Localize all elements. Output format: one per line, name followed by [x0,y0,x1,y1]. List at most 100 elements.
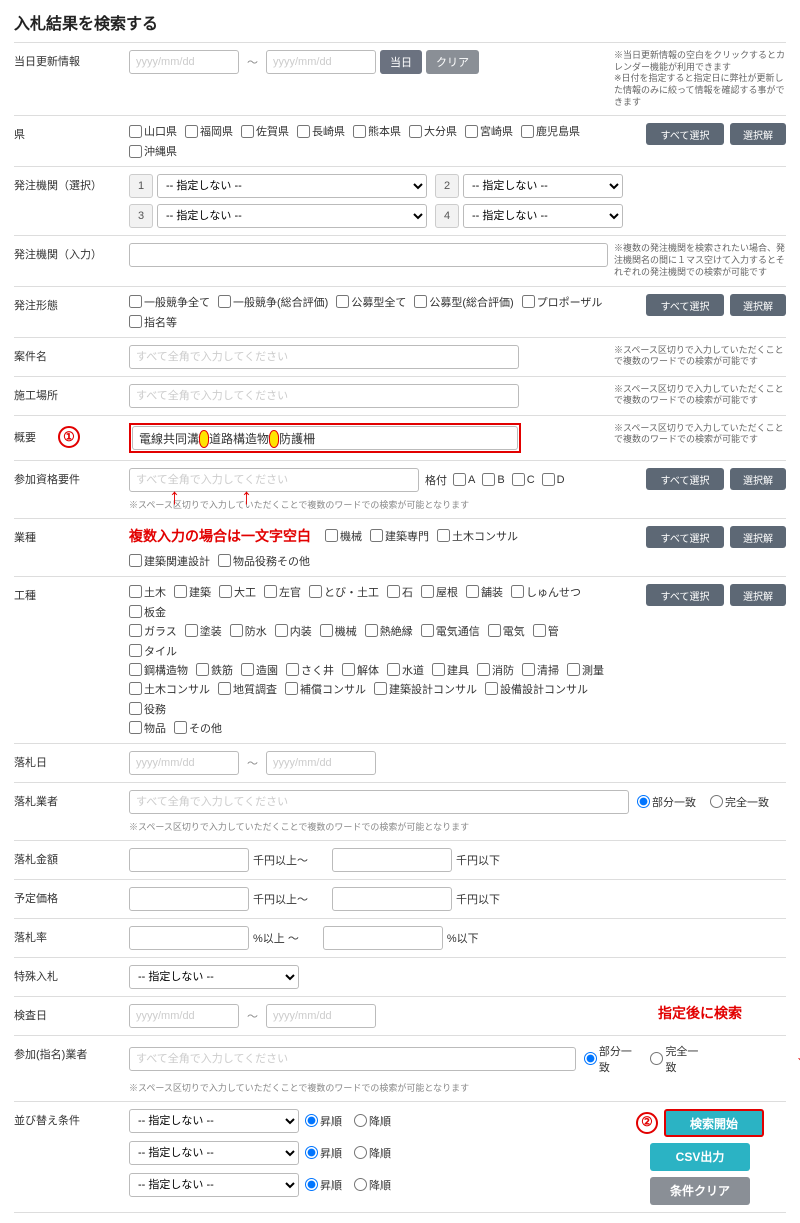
award-date-from[interactable] [129,751,239,775]
grade-chk-2[interactable]: C [512,473,535,486]
org-select-1[interactable]: -- 指定しない -- [157,174,427,198]
sort2-desc[interactable]: 降順 [354,1145,391,1161]
ind2-chk-1[interactable]: 物品役務その他 [218,553,310,569]
wt1-chk-8[interactable]: しゅんせつ [511,584,581,600]
wt3-chk-3[interactable]: さく井 [286,662,334,678]
inspect-to[interactable] [266,1004,376,1028]
org-select-4[interactable]: -- 指定しない -- [463,204,623,228]
radio-exact-1[interactable]: 完全一致 [710,794,769,810]
pref-chk-8[interactable]: 沖縄県 [129,143,177,159]
wt5-chk-1[interactable]: その他 [174,720,222,736]
update-date-from[interactable] [129,50,239,74]
select-all-pref[interactable]: すべて選択する [646,123,724,145]
pref-chk-2[interactable]: 佐賀県 [241,123,289,139]
wt1-chk-3[interactable]: 左官 [264,584,301,600]
bidtype-chk-3[interactable]: 公募型(総合評価) [414,294,513,310]
casename-input[interactable] [129,345,519,369]
planned-to[interactable] [332,887,452,911]
award-co-input[interactable] [129,790,629,814]
wt4-chk-3[interactable]: 建築設計コンサル [374,681,477,697]
update-date-to[interactable] [266,50,376,74]
wt4-chk-1[interactable]: 地質調査 [218,681,277,697]
wt3-chk-0[interactable]: 鋼構造物 [129,662,188,678]
deselect-bidtype[interactable]: 選択解除 [730,294,786,316]
bidtype-chk-4[interactable]: プロポーザル [522,294,603,310]
select-all-wt[interactable]: すべて選択する [646,584,724,606]
wt3-chk-6[interactable]: 建具 [432,662,469,678]
wt1-chk-6[interactable]: 屋根 [421,584,458,600]
wt4-chk-5[interactable]: 役務 [129,701,166,717]
deselect-ind[interactable]: 選択解除 [730,526,786,548]
grade-chk-1[interactable]: B [482,473,504,486]
pref-chk-5[interactable]: 大分県 [409,123,457,139]
csv-button[interactable]: CSV出力 [650,1143,750,1171]
pref-chk-6[interactable]: 宮崎県 [465,123,513,139]
wt5-chk-0[interactable]: 物品 [129,720,166,736]
wt2-chk-7[interactable]: 電気 [488,623,525,639]
org-select-2[interactable]: -- 指定しない -- [463,174,623,198]
inspect-from[interactable] [129,1004,239,1028]
wt1-chk-2[interactable]: 大工 [219,584,256,600]
search-button[interactable]: 検索開始 [664,1109,764,1137]
org-select-3[interactable]: -- 指定しない -- [157,204,427,228]
select-all-qual[interactable]: すべて選択する [646,468,724,490]
pref-chk-0[interactable]: 山口県 [129,123,177,139]
ind2-chk-0[interactable]: 建築関連設計 [129,553,210,569]
wt4-chk-0[interactable]: 土木コンサル [129,681,210,697]
wt3-chk-1[interactable]: 鉄筋 [196,662,233,678]
select-all-bidtype[interactable]: すべて選択する [646,294,724,316]
wt3-chk-4[interactable]: 解体 [342,662,379,678]
sort-3[interactable]: -- 指定しない -- [129,1173,299,1197]
ind-chk-1[interactable]: 建築専門 [370,528,429,544]
wt2-chk-4[interactable]: 機械 [320,623,357,639]
pref-chk-3[interactable]: 長崎県 [297,123,345,139]
bidtype-chk-0[interactable]: 一般競争全て [129,294,210,310]
today-button[interactable]: 当日 [380,50,422,74]
amount-from[interactable] [129,848,249,872]
amount-to[interactable] [332,848,452,872]
deselect-pref[interactable]: 選択解除 [730,123,786,145]
sort3-asc[interactable]: 昇順 [305,1177,342,1193]
award-date-to[interactable] [266,751,376,775]
deselect-qual[interactable]: 選択解除 [730,468,786,490]
sort1-asc[interactable]: 昇順 [305,1113,342,1129]
rate-to[interactable] [323,926,443,950]
wt1-chk-0[interactable]: 土木 [129,584,166,600]
bidtype-chk-5[interactable]: 指名等 [129,314,177,330]
wt1-chk-9[interactable]: 板金 [129,604,166,620]
radio-partial-2[interactable]: 部分一致 [584,1043,637,1075]
wt2-chk-9[interactable]: タイル [129,643,177,659]
wt1-chk-7[interactable]: 舗装 [466,584,503,600]
wt2-chk-1[interactable]: 塗装 [185,623,222,639]
wt1-chk-1[interactable]: 建築 [174,584,211,600]
pref-chk-7[interactable]: 鹿児島県 [521,123,580,139]
special-select[interactable]: -- 指定しない -- [129,965,299,989]
radio-partial-1[interactable]: 部分一致 [637,794,696,810]
grade-chk-3[interactable]: D [542,473,565,486]
deselect-wt[interactable]: 選択解除 [730,584,786,606]
wt2-chk-0[interactable]: ガラス [129,623,177,639]
place-input[interactable] [129,384,519,408]
sort2-asc[interactable]: 昇順 [305,1145,342,1161]
wt2-chk-5[interactable]: 熱絶縁 [365,623,413,639]
wt2-chk-2[interactable]: 防水 [230,623,267,639]
bidtype-chk-1[interactable]: 一般競争(総合評価) [218,294,328,310]
radio-exact-2[interactable]: 完全一致 [650,1043,703,1075]
wt3-chk-8[interactable]: 清掃 [522,662,559,678]
ind-chk-0[interactable]: 機械 [325,528,362,544]
cond-clear-button[interactable]: 条件クリア [650,1177,750,1205]
ind-chk-2[interactable]: 土木コンサル [437,528,518,544]
rate-from[interactable] [129,926,249,950]
wt2-chk-8[interactable]: 管 [533,623,559,639]
wt1-chk-4[interactable]: とび・土工 [309,584,379,600]
summary-input[interactable]: 電線共同溝道路構造物防護柵 [132,426,518,450]
wt3-chk-2[interactable]: 造園 [241,662,278,678]
sort3-desc[interactable]: 降順 [354,1177,391,1193]
wt4-chk-4[interactable]: 設備設計コンサル [485,681,588,697]
pref-chk-1[interactable]: 福岡県 [185,123,233,139]
wt3-chk-5[interactable]: 水道 [387,662,424,678]
bidtype-chk-2[interactable]: 公募型全て [336,294,406,310]
sort1-desc[interactable]: 降順 [354,1113,391,1129]
planned-from[interactable] [129,887,249,911]
grade-chk-0[interactable]: A [453,473,475,486]
